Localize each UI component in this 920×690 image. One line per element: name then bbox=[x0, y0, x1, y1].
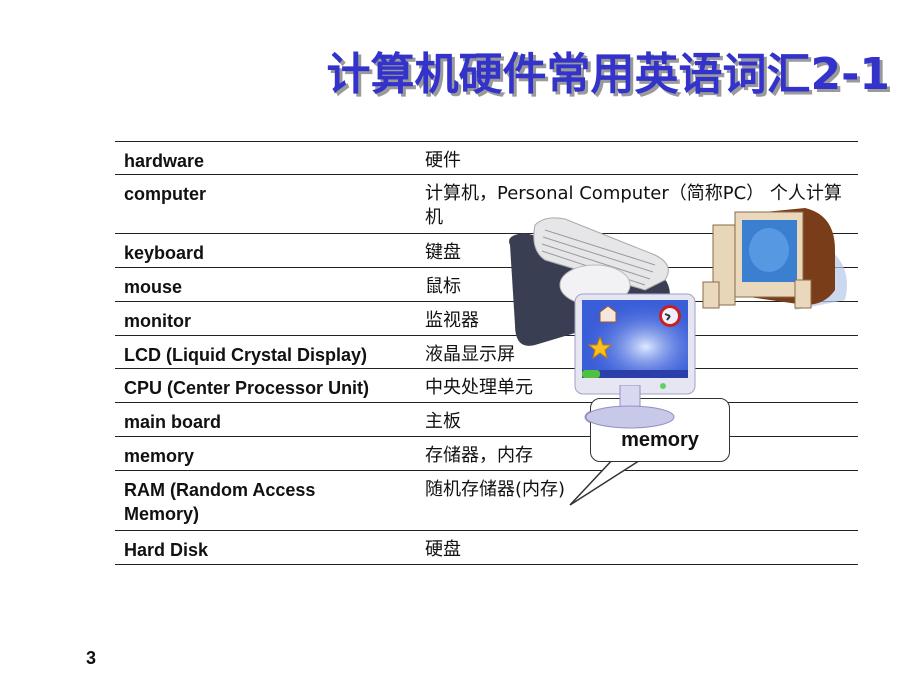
table-row: main board 主板 bbox=[115, 402, 858, 436]
monitor-stand-icon bbox=[585, 385, 675, 429]
english-term: keyboard bbox=[124, 243, 205, 263]
slide-title: 计算机硬件常用英语词汇2-1 bbox=[326, 49, 891, 100]
english-term: Hard Disk bbox=[124, 540, 209, 560]
table-row: memory 存储器，内存 bbox=[115, 436, 858, 470]
table-row: RAM (Random Access Memory) 随机存储器(内存) bbox=[115, 470, 858, 530]
english-term: memory bbox=[124, 446, 195, 466]
table-row: LCD (Liquid Crystal Display) 液晶显示屏 bbox=[115, 335, 858, 368]
desktop-computer-clipart-icon bbox=[702, 208, 847, 310]
english-term: LCD (Liquid Crystal Display) bbox=[124, 345, 368, 365]
english-term: RAM (Random Access Memory) bbox=[124, 480, 316, 524]
callout-text: memory bbox=[621, 429, 699, 451]
table-row: CPU (Center Processor Unit) 中央处理单元 bbox=[115, 368, 858, 402]
chinese-term: 硬盘 bbox=[425, 539, 461, 560]
page-number: 3 bbox=[86, 648, 97, 668]
english-term: computer bbox=[124, 184, 207, 204]
english-term: hardware bbox=[124, 151, 205, 171]
callout-pointer-icon bbox=[569, 456, 648, 506]
table-row: Hard Disk 硬盘 bbox=[115, 530, 858, 565]
english-term: mouse bbox=[124, 277, 183, 297]
chinese-term: 硬件 bbox=[425, 150, 461, 171]
english-term: main board bbox=[124, 412, 222, 432]
english-term: CPU (Center Processor Unit) bbox=[124, 378, 370, 398]
table-row: hardware 硬件 bbox=[115, 141, 858, 174]
english-term: monitor bbox=[124, 311, 191, 331]
